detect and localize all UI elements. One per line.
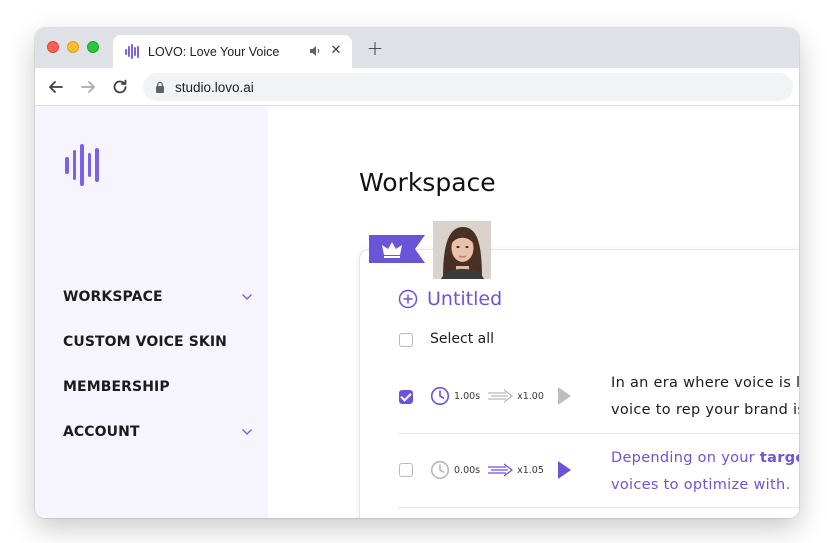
speed-value: x1.00: [517, 390, 544, 402]
project-title[interactable]: Untitled: [427, 288, 502, 310]
back-arrow-icon[interactable]: [46, 77, 66, 97]
browser-tab[interactable]: LOVO: Love Your Voice ✕: [113, 35, 352, 68]
play-icon[interactable]: [556, 460, 572, 480]
browser-window: LOVO: Love Your Voice ✕ + studio.lovo.ai: [35, 28, 799, 518]
address-bar[interactable]: studio.lovo.ai: [143, 73, 793, 101]
tab-title: LOVO: Love Your Voice: [148, 44, 280, 59]
project-header[interactable]: Untitled: [398, 288, 502, 310]
sidebar-item-label: WORKSPACE: [63, 289, 163, 305]
project-card: Untitled Select all 1.00s x1.00 In an er…: [359, 249, 799, 518]
add-circle-icon[interactable]: [398, 289, 418, 309]
forward-arrow-icon[interactable]: [78, 77, 98, 97]
new-tab-button[interactable]: +: [365, 38, 385, 58]
row-tools: 0.00s x1.05: [430, 460, 572, 480]
close-icon[interactable]: ✕: [328, 43, 344, 59]
chevron-down-icon[interactable]: [241, 293, 253, 301]
crown-icon: [369, 235, 425, 263]
row-text-line: voices to optimize with.: [611, 477, 791, 493]
chevron-down-icon[interactable]: [241, 428, 253, 436]
browser-toolbar: studio.lovo.ai: [35, 68, 799, 106]
speed-arrows-icon[interactable]: [486, 388, 514, 404]
row-divider: [398, 507, 799, 508]
lovo-favicon-icon: [125, 44, 139, 60]
row-checkbox[interactable]: [399, 463, 413, 477]
sidebar-item-workspace[interactable]: WORKSPACE: [63, 286, 253, 308]
select-all-checkbox[interactable]: [399, 333, 413, 347]
row-divider: [398, 433, 799, 434]
minimize-window-button[interactable]: [67, 41, 79, 53]
web-page: WORKSPACE CUSTOM VOICE SKIN MEMBERSHIP A…: [35, 106, 799, 518]
play-icon[interactable]: [556, 386, 572, 406]
sidebar-item-label: ACCOUNT: [63, 424, 140, 440]
row-text[interactable]: In an era where voice is l voice to rep …: [611, 370, 799, 424]
row-text-line: Depending on your targe: [611, 450, 799, 466]
speed-arrows-icon[interactable]: [486, 462, 514, 478]
close-window-button[interactable]: [47, 41, 59, 53]
audio-playing-icon[interactable]: [308, 44, 322, 58]
pause-duration: 1.00s: [454, 390, 481, 402]
sidebar-item-custom-voice-skin[interactable]: CUSTOM VOICE SKIN: [63, 331, 253, 353]
lovo-logo-icon[interactable]: [65, 143, 105, 187]
sidebar-item-label: CUSTOM VOICE SKIN: [63, 334, 227, 350]
clock-icon[interactable]: [430, 386, 450, 406]
sidebar: WORKSPACE CUSTOM VOICE SKIN MEMBERSHIP A…: [35, 106, 268, 518]
row-tools: 1.00s x1.00: [430, 386, 572, 406]
row-text-line: In an era where voice is l: [611, 375, 799, 391]
clock-icon[interactable]: [430, 460, 450, 480]
row-text-line: voice to rep your brand is: [611, 402, 799, 418]
select-all-label: Select all: [430, 331, 494, 347]
maximize-window-button[interactable]: [87, 41, 99, 53]
voice-avatar[interactable]: [433, 221, 491, 279]
row-text[interactable]: Depending on your targe voices to optimi…: [611, 445, 799, 499]
sidebar-item-account[interactable]: ACCOUNT: [63, 421, 253, 443]
main-content: Workspace Untitled Select all 1.00s x1.0…: [268, 106, 799, 518]
row-checkbox[interactable]: [399, 390, 413, 404]
reload-icon[interactable]: [110, 77, 130, 97]
pause-duration: 0.00s: [454, 464, 481, 476]
speed-value: x1.05: [517, 464, 544, 476]
sidebar-item-membership[interactable]: MEMBERSHIP: [63, 376, 253, 398]
lock-icon: [156, 81, 164, 93]
url-text: studio.lovo.ai: [175, 79, 254, 95]
tab-strip: LOVO: Love Your Voice ✕ +: [35, 28, 799, 68]
page-title: Workspace: [359, 168, 496, 197]
sidebar-item-label: MEMBERSHIP: [63, 379, 170, 395]
